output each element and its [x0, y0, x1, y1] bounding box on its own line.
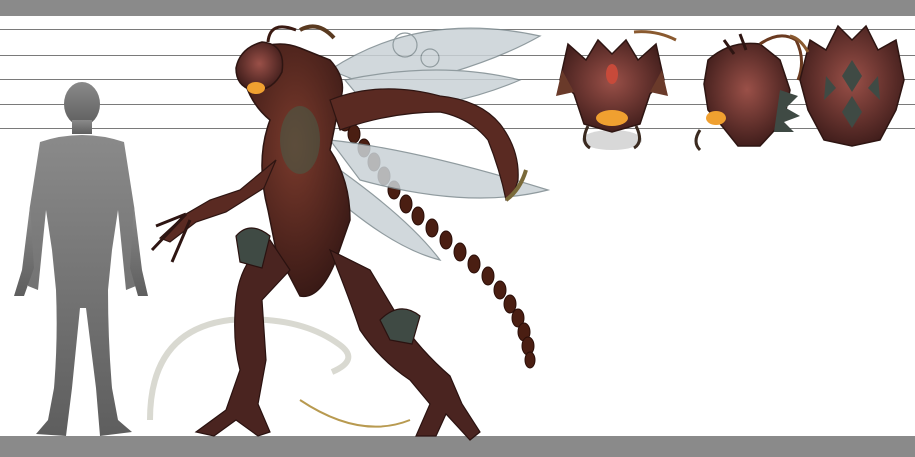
head-side-view: [694, 33, 803, 152]
creature-thin-tail: [299, 399, 411, 428]
human-scale-silhouette: [14, 82, 148, 436]
concept-art-canvas: [14, 24, 905, 441]
head-back-view: [789, 24, 905, 147]
creature-wings: [328, 27, 551, 261]
head-front-view: [556, 30, 677, 150]
